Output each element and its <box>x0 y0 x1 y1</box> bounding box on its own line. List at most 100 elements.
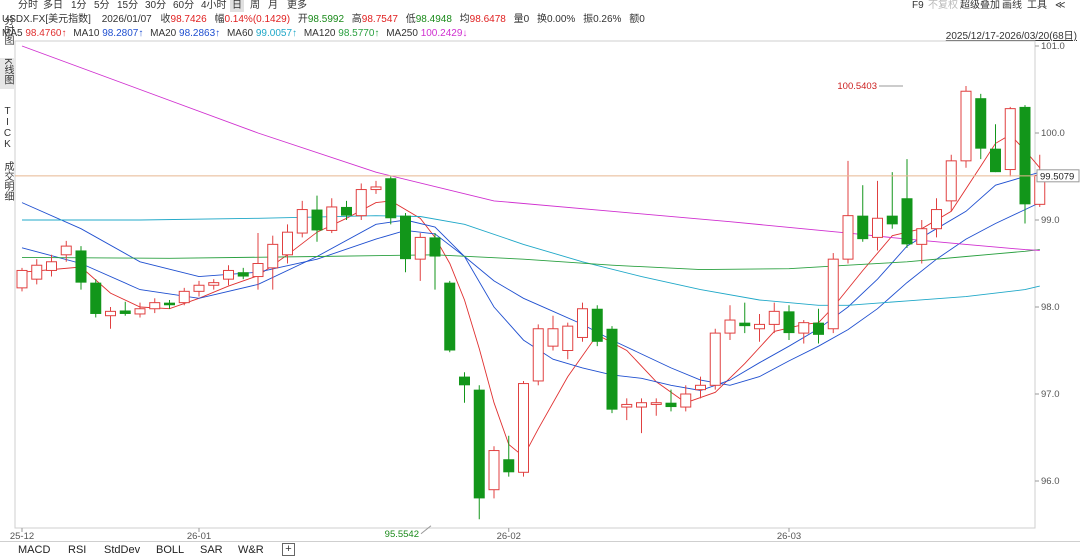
candle <box>724 305 736 341</box>
candle <box>783 305 795 341</box>
candle-body <box>459 376 470 386</box>
candle <box>606 326 618 414</box>
candle-body <box>680 393 692 408</box>
candle <box>975 93 987 160</box>
candle-body <box>370 186 382 191</box>
y-tick-label: 97.0 <box>1041 389 1060 400</box>
candle-body <box>473 389 485 499</box>
x-tick-label: 26-01 <box>187 531 211 542</box>
tab-stddev[interactable]: StdDev <box>104 542 140 558</box>
candle-body <box>518 383 529 473</box>
y-tick-label: 96.0 <box>1041 476 1060 487</box>
candle-body <box>444 282 456 351</box>
candle <box>945 154 957 212</box>
chart-overlay: 99.5079 100.5403 95.5542 <box>15 81 1080 540</box>
candle-body <box>488 450 500 491</box>
candle <box>754 313 765 342</box>
candle-body <box>223 269 234 280</box>
candle-body <box>813 322 824 335</box>
ma120-line <box>21 249 1040 271</box>
candle <box>591 305 603 347</box>
y-tick-label: 99.0 <box>1041 215 1060 226</box>
candle <box>503 435 515 477</box>
candle-body <box>503 459 515 473</box>
candle-body <box>252 263 264 278</box>
candle <box>75 246 87 290</box>
candle-body <box>311 209 323 231</box>
candle-body <box>326 206 338 231</box>
candle <box>636 398 647 434</box>
candle <box>149 298 161 314</box>
candle <box>252 233 264 290</box>
current-price-label: 99.5079 <box>1040 171 1074 182</box>
y-tick-label: 98.0 <box>1041 302 1060 313</box>
candle <box>827 253 839 334</box>
candle <box>1019 105 1031 224</box>
tab-wr[interactable]: W&R <box>238 542 264 558</box>
candle-body <box>591 308 603 342</box>
candle <box>326 198 338 234</box>
candle-body <box>547 328 559 347</box>
candle <box>31 259 43 285</box>
kline-chart[interactable]: 96.0 97.0 98.0 99.0 100.0 101.0 25-12 26-01 26-0… <box>0 0 1080 560</box>
candle <box>562 322 574 360</box>
candle-body <box>208 282 220 286</box>
candle-body <box>857 215 869 240</box>
ma20-line <box>21 202 1040 386</box>
candle <box>901 159 913 248</box>
tab-sar[interactable]: SAR <box>200 542 223 558</box>
candle <box>296 200 308 238</box>
candle-body <box>665 402 677 408</box>
candle-body <box>650 402 662 405</box>
candle-body <box>636 402 647 408</box>
tab-rsi[interactable]: RSI <box>68 542 86 558</box>
candle <box>370 180 382 194</box>
candle-body <box>739 322 751 327</box>
candle-body <box>577 308 588 338</box>
tab-boll[interactable]: BOLL <box>156 542 184 558</box>
candle <box>960 86 972 168</box>
candle-body <box>46 261 57 271</box>
candle-body <box>827 258 839 330</box>
candle <box>813 308 824 344</box>
candle-body <box>429 237 441 257</box>
candle-body <box>75 250 87 283</box>
candle-body <box>164 302 175 306</box>
candle <box>577 302 588 342</box>
low-annotation: 95.5542 <box>385 529 419 540</box>
candle-body <box>193 284 205 292</box>
candle-body <box>931 209 942 230</box>
candle <box>341 200 352 220</box>
candle <box>488 446 500 499</box>
candle-body <box>960 90 972 162</box>
candle-body <box>754 323 765 330</box>
add-indicator-icon[interactable]: + <box>282 543 295 556</box>
candle-body <box>90 282 102 314</box>
candle-body <box>562 325 574 352</box>
candle <box>46 254 57 277</box>
candle <box>650 398 662 416</box>
candle-body <box>783 311 795 334</box>
candle-body <box>414 236 426 260</box>
high-annotation: 100.5403 <box>837 81 877 92</box>
candle-body <box>990 148 1001 173</box>
candle-body <box>119 310 131 314</box>
candle-body <box>267 243 279 269</box>
candle <box>547 315 559 351</box>
candle <box>429 233 441 290</box>
candle-body <box>16 269 28 289</box>
tab-macd[interactable]: MACD <box>18 542 50 558</box>
x-tick-label: 25-12 <box>10 531 34 542</box>
candle <box>105 307 116 329</box>
candle <box>695 376 706 399</box>
candle-body <box>842 215 854 260</box>
candle <box>768 302 780 334</box>
candle-body <box>105 310 116 317</box>
candle <box>16 267 28 292</box>
candle-body <box>606 328 618 410</box>
candle-body <box>355 189 367 217</box>
candle <box>90 279 102 318</box>
candle <box>518 380 529 477</box>
candle <box>400 213 411 273</box>
candle <box>385 176 397 225</box>
